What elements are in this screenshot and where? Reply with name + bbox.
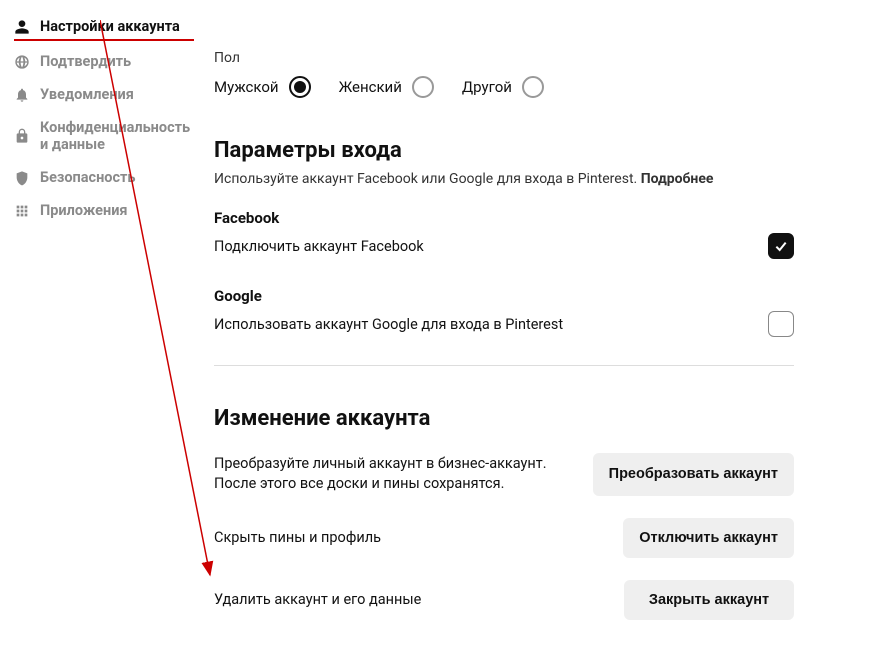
convert-account-button[interactable]: Преобразовать аккаунт — [593, 453, 794, 496]
google-connect-checkbox[interactable] — [768, 311, 794, 337]
checkmark-icon — [773, 238, 789, 254]
deactivate-account-text: Скрыть пины и профиль — [214, 528, 603, 548]
radio-option-label: Мужской — [214, 78, 279, 96]
divider — [214, 365, 794, 366]
gender-option-female[interactable]: Женский — [339, 76, 434, 98]
sidebar-item-notifications[interactable]: Уведомления — [14, 78, 194, 111]
provider-desc: Использовать аккаунт Google для входа в … — [214, 316, 563, 333]
sidebar-item-label: Безопасность — [40, 169, 136, 186]
facebook-connect-checkbox[interactable] — [768, 233, 794, 259]
sidebar-item-label: Подтвердить — [40, 53, 131, 70]
sidebar: Настройки аккаунта Подтвердить Уведомлен… — [14, 10, 194, 642]
person-icon — [14, 19, 30, 35]
close-account-row: Удалить аккаунт и его данные Закрыть акк… — [214, 580, 794, 620]
account-change-title: Изменение аккаунта — [214, 406, 794, 431]
radio-option-label: Другой — [462, 78, 512, 96]
radio-icon — [412, 76, 434, 98]
sidebar-item-confirm[interactable]: Подтвердить — [14, 45, 194, 78]
grid-icon — [14, 203, 30, 219]
sidebar-item-label: Настройки аккаунта — [40, 18, 180, 35]
gender-label: Пол — [214, 50, 794, 66]
radio-icon — [522, 76, 544, 98]
sidebar-item-privacy[interactable]: Конфиденциальность и данные — [14, 111, 194, 161]
provider-name: Facebook — [214, 209, 794, 227]
lock-icon — [14, 128, 30, 144]
shield-icon — [14, 170, 30, 186]
bell-icon — [14, 87, 30, 103]
close-account-text: Удалить аккаунт и его данные — [214, 590, 604, 610]
sidebar-item-security[interactable]: Безопасность — [14, 161, 194, 194]
convert-account-text: Преобразуйте личный аккаунт в бизнес-акк… — [214, 454, 573, 495]
provider-facebook: Facebook Подключить аккаунт Facebook — [214, 209, 794, 259]
gender-radio-group: Мужской Женский Другой — [214, 76, 794, 98]
sidebar-item-label: Уведомления — [40, 86, 134, 103]
radio-icon — [289, 76, 311, 98]
sidebar-item-apps[interactable]: Приложения — [14, 194, 194, 227]
sidebar-item-label: Приложения — [40, 202, 128, 219]
gender-option-male[interactable]: Мужской — [214, 76, 311, 98]
login-section-title: Параметры входа — [214, 138, 794, 163]
login-subtitle-text: Используйте аккаунт Facebook или Google … — [214, 171, 641, 187]
close-account-button[interactable]: Закрыть аккаунт — [624, 580, 794, 620]
deactivate-account-button[interactable]: Отключить аккаунт — [623, 518, 794, 558]
convert-account-row: Преобразуйте личный аккаунт в бизнес-акк… — [214, 453, 794, 496]
login-learn-more-link[interactable]: Подробнее — [641, 171, 714, 187]
sidebar-item-label: Конфиденциальность и данные — [40, 119, 194, 153]
provider-name: Google — [214, 287, 794, 305]
sidebar-item-account-settings[interactable]: Настройки аккаунта — [14, 10, 194, 41]
globe-icon — [14, 54, 30, 70]
provider-google: Google Использовать аккаунт Google для в… — [214, 287, 794, 337]
main-content: Пол Мужской Женский Другой Параметры вхо… — [194, 10, 834, 642]
deactivate-account-row: Скрыть пины и профиль Отключить аккаунт — [214, 518, 794, 558]
provider-desc: Подключить аккаунт Facebook — [214, 238, 424, 255]
radio-option-label: Женский — [339, 78, 402, 96]
login-section-subtitle: Используйте аккаунт Facebook или Google … — [214, 171, 794, 187]
gender-option-other[interactable]: Другой — [462, 76, 544, 98]
